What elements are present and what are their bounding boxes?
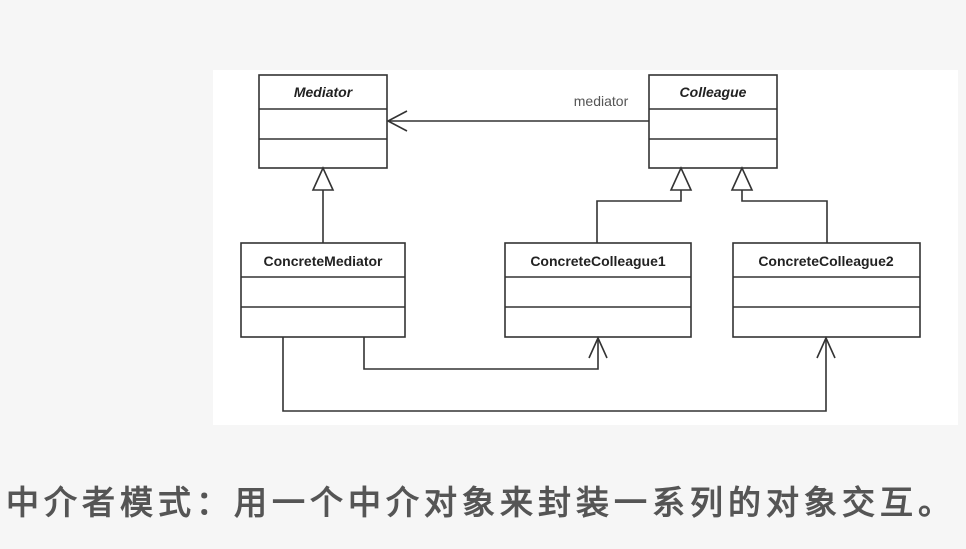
generalization-concrete-mediator — [311, 166, 335, 243]
class-name-concrete-colleague1: ConcreteColleague1 — [530, 253, 666, 269]
association-mediator-colleague2 — [282, 336, 836, 412]
caption: 中介者模式：用一个中介对象来封装一系列的对象交互。 — [6, 483, 956, 522]
class-name-concrete-mediator: ConcreteMediator — [263, 253, 383, 269]
class-name-concrete-colleague2: ConcreteColleague2 — [758, 253, 894, 269]
uml-diagram: Mediator Colleague ConcreteMediator Conc… — [240, 74, 921, 412]
association-mediator-colleague1 — [363, 336, 608, 370]
class-name-colleague: Colleague — [680, 84, 747, 100]
generalization-concrete-colleague2 — [730, 166, 828, 243]
association-colleague-mediator — [386, 110, 649, 132]
association-label-mediator: mediator — [574, 93, 629, 109]
class-name-mediator: Mediator — [294, 84, 354, 100]
generalization-concrete-colleague1 — [596, 166, 693, 243]
